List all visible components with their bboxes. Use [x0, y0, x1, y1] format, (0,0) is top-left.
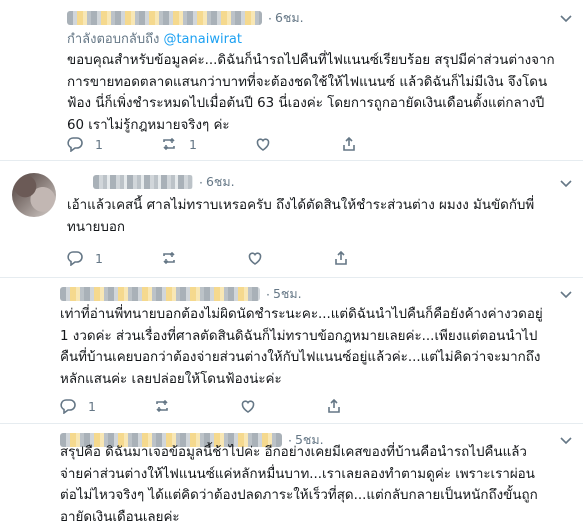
retweet-icon: [156, 399, 168, 413]
reply-icon: [67, 251, 83, 266]
tweet-text-line: สรุปคือ ดิฉันมาเจอข้อมูลนี้ช้าไปค่ะ อีกอ…: [60, 445, 527, 460]
tweet-text-line: จ่ายค่าส่วนต่างให้ไฟแนนซ์แค่หลักหมื่นบาท…: [60, 466, 535, 482]
timestamp[interactable]: 6ชม.: [206, 172, 235, 192]
reply-count: 1: [95, 250, 103, 266]
author-name-redacted[interactable]: [60, 287, 260, 301]
tweet-3[interactable]: · 5ชม. เท่าที่อ่านพี่ทนายบอกต้องไม่ผิดนั…: [0, 278, 583, 424]
avatar[interactable]: [12, 173, 56, 217]
tweet-text-line: เท่าที่อ่านพี่ทนายบอกต้องไม่ผิดนัดชำระนะ…: [60, 307, 543, 322]
tweet-text-line: ขอบคุณสำหรับข้อมูลค่ะ...ดิฉันก็นำรถไปคืน…: [67, 53, 555, 68]
reply-button[interactable]: 1: [67, 250, 103, 266]
retweet-icon: [163, 137, 175, 151]
tweet-text: สรุปคือ ดิฉันมาเจอข้อมูลนี้ช้าไปค่ะ อีกอ…: [60, 442, 566, 528]
share-icon: [328, 398, 340, 413]
chevron-down-icon[interactable]: [559, 176, 573, 190]
separator-dot: ·: [268, 10, 272, 26]
separator-dot: ·: [266, 286, 270, 302]
separator-dot: ·: [199, 174, 203, 190]
tweet-text-line: 60 เราไม่รู้กฎหมายจริงๆ ค่ะ: [67, 117, 230, 133]
tweet-header: · 6ชม.: [67, 8, 304, 28]
replying-handle-link[interactable]: @tanaiwirat: [163, 32, 242, 47]
tweet-actions: 1: [67, 250, 407, 266]
author-name-redacted[interactable]: [67, 11, 262, 25]
tweet-text-line: ฟ้อง นี่ก็เพิ่งชำระหมดไปเมื่อต้นปี 63 นี…: [67, 96, 545, 111]
timestamp[interactable]: 5ชม.: [273, 284, 302, 304]
tweet-text-line: ทนายบอก: [67, 219, 125, 235]
tweet-header: · 6ชม.: [93, 172, 235, 192]
retweet-button[interactable]: [161, 250, 189, 266]
tweet-text-line: อายัดเงินเดือนเลยค่ะ: [60, 509, 180, 525]
like-button[interactable]: [240, 398, 268, 414]
tweet-text-line: หลักแสนค่ะ เลยปล่อยให้โดนฟ้องน่ะค่ะ: [60, 371, 282, 387]
tweet-text-line: 1 งวดค่ะ ส่วนเรื่องที่ศาลตัดสินดิฉันก็ไม…: [60, 328, 538, 344]
tweet-text-line: ต่อไม่ไหวจริงๆ ได้แต่คิดว่าต้องปลดภาระให…: [60, 488, 538, 503]
heart-icon: [241, 400, 255, 413]
share-icon: [335, 250, 347, 265]
reply-count: 1: [95, 136, 103, 152]
chevron-down-icon[interactable]: [559, 11, 573, 25]
reply-button[interactable]: 1: [67, 136, 103, 152]
like-button[interactable]: [255, 136, 283, 152]
tweet-text-line: คืนที่บ้านเคยบอกว่าต้องจ่ายส่วนต่างให้กั…: [60, 350, 541, 365]
retweet-icon: [163, 251, 175, 265]
tweet-4[interactable]: · 5ชม. สรุปคือ ดิฉันมาเจอข้อมูลนี้ช้าไปค…: [0, 424, 583, 530]
retweet-button[interactable]: [154, 398, 182, 414]
reply-icon: [60, 399, 76, 414]
tweet-actions: 1 1: [67, 136, 415, 152]
tweet-text-line: การขายทอดตลาดแสนกว่าบาทที่จะต้องชดใช้ให้…: [67, 74, 548, 90]
heart-icon: [256, 138, 270, 151]
tweet-actions: 1: [60, 398, 400, 414]
retweet-count: 1: [188, 136, 197, 152]
timestamp[interactable]: 6ชม.: [275, 8, 304, 28]
reply-button[interactable]: 1: [60, 398, 96, 414]
tweet-text: เท่าที่อ่านพี่ทนายบอกต้องไม่ผิดนัดชำระนะ…: [60, 304, 566, 390]
reply-count: 1: [88, 398, 96, 414]
share-button[interactable]: [341, 136, 357, 152]
tweet-text: เอ้าแล้วเคสนี้ ศาลไม่ทราบเหรอครับ ถึงได้…: [67, 195, 573, 238]
like-button[interactable]: [247, 250, 275, 266]
replying-to: กำลังตอบกลับถึง @tanaiwirat: [67, 28, 242, 49]
tweet-text-line: เอ้าแล้วเคสนี้ ศาลไม่ทราบเหรอครับ ถึงได้…: [67, 198, 535, 213]
replying-prefix: กำลังตอบกลับถึง: [67, 32, 160, 47]
heart-icon: [248, 252, 262, 265]
retweet-button[interactable]: 1: [161, 136, 197, 152]
share-button[interactable]: [333, 250, 349, 266]
tweet-1[interactable]: · 6ชม. กำลังตอบกลับถึง @tanaiwirat ขอบคุ…: [0, 0, 583, 161]
tweet-text: ขอบคุณสำหรับข้อมูลค่ะ...ดิฉันก็นำรถไปคืน…: [67, 50, 573, 136]
reply-icon: [67, 137, 83, 152]
share-button[interactable]: [326, 398, 342, 414]
share-icon: [343, 136, 355, 151]
author-name-redacted[interactable]: [93, 175, 193, 189]
tweet-header: · 5ชม.: [60, 284, 302, 304]
chevron-down-icon[interactable]: [559, 287, 573, 301]
